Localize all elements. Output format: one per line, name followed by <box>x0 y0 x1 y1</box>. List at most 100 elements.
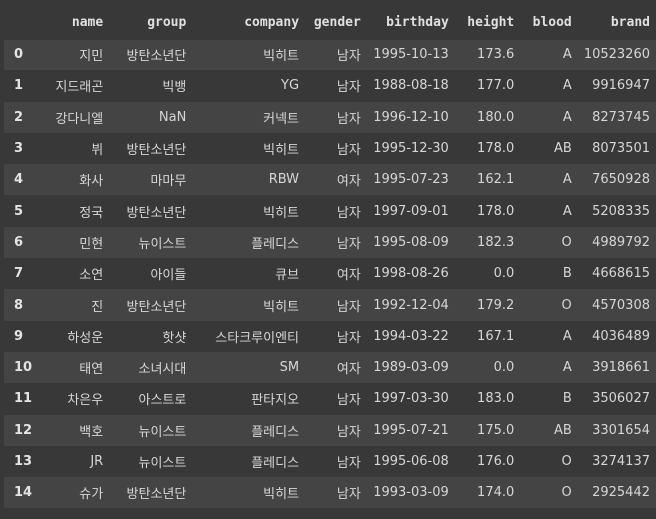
cell-company: 판타지오 <box>192 383 306 415</box>
cell-name: 민현 <box>38 226 110 259</box>
cell-height: 0.0 <box>454 351 521 384</box>
table-row: 4 화사 마마무 RBW 여자 1995-07-23 162.1 A 7650928 <box>4 164 656 196</box>
cell-index: 7 <box>4 258 39 290</box>
cell-index: 5 <box>4 195 39 227</box>
cell-gender: 남자 <box>305 445 367 478</box>
cell-company: 스타크루이엔티 <box>192 320 306 352</box>
cell-blood: A <box>520 164 578 196</box>
cell-group: 뉴이스트 <box>109 226 193 259</box>
cell-height: 173.6 <box>454 39 521 71</box>
cell-blood: AB <box>520 414 578 446</box>
cell-birthday: 1996-12-10 <box>366 101 455 133</box>
cell-gender: 남자 <box>305 195 367 227</box>
table-row: 5 정국 방탄소년단 빅히트 남자 1997-09-01 178.0 A 5208335 <box>4 195 656 227</box>
cell-birthday: 1995-10-13 <box>366 39 455 71</box>
table-row: 10 태연 소녀시대 SM 여자 1989-03-09 0.0 A 3918661 <box>4 351 656 384</box>
cell-name: 슈가 <box>38 477 110 509</box>
cell-brand: 9916947 <box>577 70 656 102</box>
cell-name: 지민 <box>38 39 110 71</box>
cell-height: 183.0 <box>454 383 521 415</box>
cell-index: 6 <box>4 226 39 259</box>
column-header-name: name <box>38 6 110 40</box>
column-header-group: group <box>109 6 193 40</box>
cell-company: YG <box>192 70 306 102</box>
cell-birthday: 1995-07-21 <box>366 414 455 446</box>
cell-index: 2 <box>4 101 39 133</box>
cell-height: 182.3 <box>454 226 521 259</box>
cell-gender: 남자 <box>305 101 367 133</box>
cell-group: 아스트로 <box>109 383 193 415</box>
column-header-company: company <box>192 6 306 40</box>
cell-brand: 4668615 <box>577 258 656 290</box>
cell-company: 빅히트 <box>192 477 306 509</box>
cell-group: 핫샷 <box>109 320 193 352</box>
cell-height: 178.0 <box>454 195 521 227</box>
cell-group: 방탄소년단 <box>109 132 193 165</box>
cell-index: 11 <box>4 383 39 415</box>
cell-blood: A <box>520 320 578 352</box>
cell-name: JR <box>38 445 110 478</box>
cell-group: 방탄소년단 <box>109 195 193 227</box>
cell-index: 14 <box>4 477 39 509</box>
table-row: 14 슈가 방탄소년단 빅히트 남자 1993-03-09 174.0 O 2925442 <box>4 477 656 509</box>
cell-company: 플레디스 <box>192 445 306 478</box>
cell-birthday: 1997-03-30 <box>366 383 455 415</box>
cell-name: 백호 <box>38 414 110 446</box>
cell-brand: 7650928 <box>577 164 656 196</box>
cell-name: 소연 <box>38 258 110 290</box>
cell-blood: A <box>520 39 578 71</box>
cell-group: 방탄소년단 <box>109 477 193 509</box>
cell-brand: 8273745 <box>577 101 656 133</box>
cell-name: 정국 <box>38 195 110 227</box>
table-row: 0 지민 방탄소년단 빅히트 남자 1995-10-13 173.6 A 10523260 <box>4 39 656 71</box>
cell-brand: 3301654 <box>577 414 656 446</box>
cell-gender: 남자 <box>305 132 367 165</box>
cell-gender: 남자 <box>305 320 367 352</box>
cell-gender: 남자 <box>305 477 367 509</box>
cell-index: 13 <box>4 445 39 478</box>
cell-birthday: 1995-07-23 <box>366 164 455 196</box>
cell-name: 화사 <box>38 164 110 196</box>
cell-blood: A <box>520 70 578 102</box>
cell-group: 뉴이스트 <box>109 414 193 446</box>
cell-blood: O <box>520 289 578 321</box>
cell-brand: 2925442 <box>577 477 656 509</box>
cell-gender: 남자 <box>305 383 367 415</box>
cell-height: 177.0 <box>454 70 521 102</box>
cell-group: 마마무 <box>109 164 193 196</box>
cell-blood: O <box>520 477 578 509</box>
cell-name: 하성운 <box>38 320 110 352</box>
cell-birthday: 1994-03-22 <box>366 320 455 352</box>
cell-birthday: 1995-08-09 <box>366 226 455 259</box>
table-row: 2 강다니엘 NaN 커넥트 남자 1996-12-10 180.0 A 8273745 <box>4 101 656 133</box>
cell-gender: 여자 <box>305 351 367 384</box>
cell-company: 빅히트 <box>192 289 306 321</box>
cell-company: 플레디스 <box>192 414 306 446</box>
cell-index: 4 <box>4 164 39 196</box>
cell-index: 8 <box>4 289 39 321</box>
cell-height: 174.0 <box>454 477 521 509</box>
table-row: 3 뷔 방탄소년단 빅히트 남자 1995-12-30 178.0 AB 8073501 <box>4 132 656 165</box>
cell-company: 큐브 <box>192 258 306 290</box>
cell-birthday: 1997-09-01 <box>366 195 455 227</box>
cell-blood: B <box>520 258 578 290</box>
cell-brand: 3274137 <box>577 445 656 478</box>
cell-gender: 남자 <box>305 70 367 102</box>
header-row: name group company gender birthday heigh… <box>4 6 656 40</box>
cell-group: 빅뱅 <box>109 70 193 102</box>
cell-group: 아이들 <box>109 258 193 290</box>
cell-gender: 여자 <box>305 164 367 196</box>
cell-height: 176.0 <box>454 445 521 478</box>
dataframe-table: name group company gender birthday heigh… <box>4 6 656 509</box>
cell-height: 0.0 <box>454 258 521 290</box>
cell-group: 소녀시대 <box>109 351 193 384</box>
cell-group: 방탄소년단 <box>109 289 193 321</box>
cell-birthday: 1993-03-09 <box>366 477 455 509</box>
cell-blood: AB <box>520 132 578 165</box>
cell-brand: 3506027 <box>577 383 656 415</box>
cell-name: 차은우 <box>38 383 110 415</box>
cell-brand: 3918661 <box>577 351 656 384</box>
cell-birthday: 1988-08-18 <box>366 70 455 102</box>
cell-company: RBW <box>192 164 306 196</box>
cell-brand: 4036489 <box>577 320 656 352</box>
